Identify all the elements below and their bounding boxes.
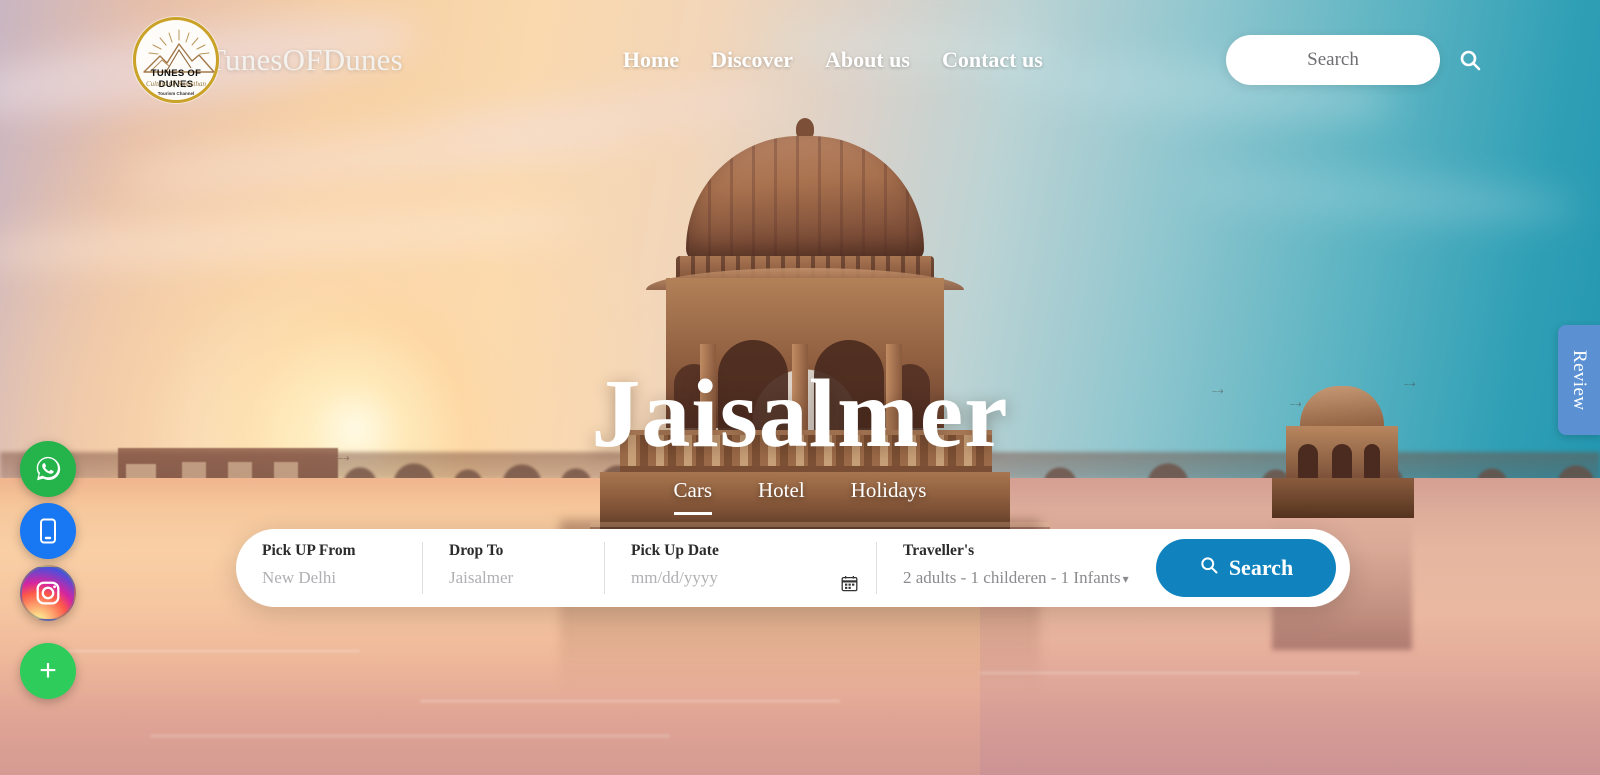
review-tab[interactable]: Review xyxy=(1558,325,1600,435)
search-icon[interactable] xyxy=(1458,48,1482,72)
category-tabs: Cars Hotel Holidays xyxy=(0,478,1600,515)
dome xyxy=(686,136,924,262)
nav-item-discover[interactable]: Discover xyxy=(711,47,793,73)
pickup-date-field[interactable]: Pick Up Date xyxy=(604,542,876,594)
hero-section: ⤍ ⤍ ⤍ ⤍ TUNES OF DUNES Culture Of Rajast… xyxy=(0,0,1600,775)
phone-button[interactable] xyxy=(20,503,76,559)
review-tab-label: Review xyxy=(1569,349,1590,411)
whatsapp-button[interactable] xyxy=(20,441,76,497)
pickup-date-label: Pick Up Date xyxy=(631,542,719,559)
pickup-date-input[interactable] xyxy=(631,568,840,588)
calendar-icon[interactable] xyxy=(841,575,858,592)
travellers-field[interactable]: Traveller's 2 adults - 1 childeren - 1 I… xyxy=(876,542,1144,594)
logo-subtitle: Tourism Channel xyxy=(157,91,195,96)
pickup-label: Pick UP From xyxy=(262,542,356,559)
site-header: TUNES OF DUNES Culture Of Rajasthan Tour… xyxy=(0,0,1600,120)
tab-hotel[interactable]: Hotel xyxy=(758,478,805,515)
booking-form: Pick UP From Drop To Pick Up Date xyxy=(236,529,1350,607)
water-ripple xyxy=(60,650,360,652)
main-navigation: Home Discover About us Contact us xyxy=(623,47,1043,73)
travellers-text: 2 adults - 1 childeren - 1 Infants xyxy=(903,568,1121,587)
whatsapp-icon xyxy=(36,456,61,481)
chevron-down-icon[interactable]: ▾ xyxy=(1123,572,1129,587)
water-ripple xyxy=(980,672,1360,674)
water-ripple xyxy=(420,700,840,702)
add-button[interactable]: + xyxy=(20,643,76,699)
tab-holidays[interactable]: Holidays xyxy=(851,478,927,515)
water-ripple xyxy=(150,735,670,737)
travellers-value[interactable]: 2 adults - 1 childeren - 1 Infants ▾ xyxy=(903,568,1129,588)
pickup-field[interactable]: Pick UP From xyxy=(236,542,471,594)
instagram-button[interactable] xyxy=(20,565,76,621)
instagram-icon xyxy=(36,581,60,605)
nav-item-about-us[interactable]: About us xyxy=(825,47,910,73)
logo[interactable]: TUNES OF DUNES Culture Of Rajasthan Tour… xyxy=(133,17,219,103)
floating-social-buttons: + xyxy=(20,441,76,705)
search-icon xyxy=(1199,555,1219,581)
search-button[interactable]: Search xyxy=(1156,539,1336,597)
nav-item-home[interactable]: Home xyxy=(623,47,679,73)
mobile-phone-icon xyxy=(40,518,56,544)
travellers-label: Traveller's xyxy=(903,542,975,559)
brand-name: TunesOFDunes xyxy=(207,42,403,77)
nav-item-contact-us[interactable]: Contact us xyxy=(942,47,1043,73)
search-button-label: Search xyxy=(1228,555,1294,580)
page-title: Jaisalmer xyxy=(591,360,1009,468)
drop-field[interactable]: Drop To xyxy=(422,542,658,594)
brand[interactable]: TUNES OF DUNES Culture Of Rajasthan Tour… xyxy=(133,17,403,103)
search-input[interactable] xyxy=(1226,35,1440,85)
logo-tagline: Culture Of Rajasthan xyxy=(145,80,207,88)
drop-label: Drop To xyxy=(449,542,504,559)
header-search xyxy=(1226,35,1482,85)
tab-cars[interactable]: Cars xyxy=(673,478,712,515)
